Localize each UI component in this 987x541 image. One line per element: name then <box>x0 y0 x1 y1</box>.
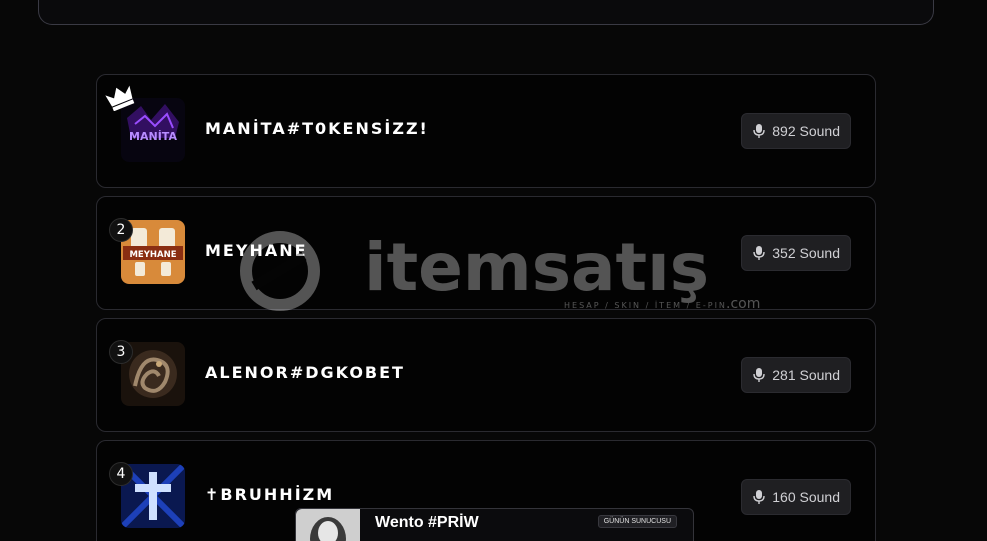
sound-count-badge[interactable]: 160 Sound <box>741 479 851 515</box>
sound-count-badge[interactable]: 892 Sound <box>741 113 851 149</box>
host-of-day-bar[interactable]: Wento #PRİW GÜNÜN SUNUCUSU <box>295 508 694 541</box>
svg-text:MEYHANE: MEYHANE <box>129 250 176 260</box>
host-name: Wento #PRİW <box>375 514 479 531</box>
host-of-day-badge: GÜNÜN SUNUCUSU <box>597 515 677 528</box>
rank-number: 3 <box>109 340 133 364</box>
leaderboard-row[interactable]: MANİTA MANİTA#T0KENSİZZ! 892 Sound <box>96 74 876 188</box>
leaderboard-row[interactable]: 3 ALENOR#DGKOBET 281 Sound <box>96 318 876 432</box>
player-name: MEYHANE <box>205 241 308 260</box>
sound-count-text: 352 Sound <box>772 245 840 261</box>
leaderboard-list: MANİTA MANİTA#T0KENSİZZ! 892 Sound 2 MEY… <box>96 74 876 541</box>
rank-number: 4 <box>109 462 133 486</box>
microphone-icon <box>753 490 765 504</box>
player-name: ALENOR#DGKOBET <box>205 363 405 382</box>
svg-text:MANİTA: MANİTA <box>129 129 177 143</box>
host-avatar <box>296 509 360 541</box>
sound-count-text: 281 Sound <box>772 367 840 383</box>
sound-count-text: 160 Sound <box>772 489 840 505</box>
player-name: ✝BRUHHİZM <box>205 485 335 504</box>
crown-icon <box>105 85 135 111</box>
sound-count-badge[interactable]: 281 Sound <box>741 357 851 393</box>
leaderboard-row[interactable]: 2 MEYHANE MEYHANE 352 Sound <box>96 196 876 310</box>
sound-count-text: 892 Sound <box>772 123 840 139</box>
sound-count-badge[interactable]: 352 Sound <box>741 235 851 271</box>
microphone-icon <box>753 124 765 138</box>
microphone-icon <box>753 368 765 382</box>
microphone-icon <box>753 246 765 260</box>
rank-number: 2 <box>109 218 133 242</box>
top-panel <box>38 0 934 25</box>
player-name: MANİTA#T0KENSİZZ! <box>205 119 429 138</box>
